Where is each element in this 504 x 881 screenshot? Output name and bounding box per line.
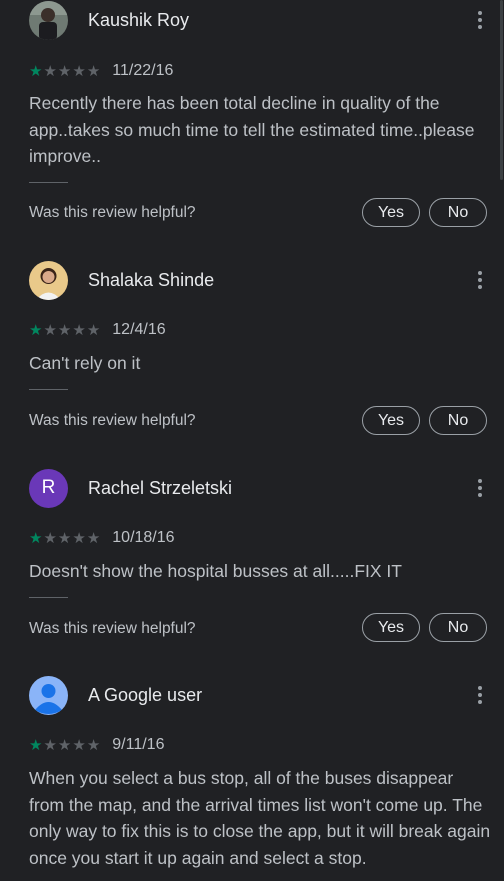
review-text: When you select a bus stop, all of the b…	[29, 768, 491, 868]
no-button[interactable]: No	[429, 613, 487, 642]
helpful-prompt: Was this review helpful?	[29, 412, 196, 429]
helpful-prompt: Was this review helpful?	[29, 620, 196, 637]
star-empty-icon: ★	[72, 529, 86, 547]
star-rating: ★ ★ ★ ★ ★	[29, 64, 100, 79]
review-date: 11/22/16	[112, 62, 174, 79]
star-empty-icon: ★	[57, 736, 72, 754]
star-rating: ★ ★ ★ ★ ★	[29, 738, 100, 753]
star-empty-icon: ★	[86, 62, 101, 80]
default-user-icon	[29, 675, 68, 715]
more-options-icon[interactable]	[468, 681, 492, 709]
review-date: 12/4/16	[112, 321, 166, 338]
star-empty-icon: ★	[43, 529, 57, 547]
review-text: Doesn't show the hospital busses at all.…	[29, 561, 402, 581]
star-filled-icon: ★	[29, 62, 43, 80]
no-button[interactable]: No	[429, 198, 487, 227]
star-filled-icon: ★	[29, 736, 43, 754]
avatar	[29, 260, 68, 300]
avatar	[29, 0, 68, 40]
star-empty-icon: ★	[72, 736, 86, 754]
helpful-prompt: Was this review helpful?	[29, 204, 196, 221]
star-filled-icon: ★	[29, 321, 43, 339]
star-empty-icon: ★	[72, 62, 86, 80]
star-empty-icon: ★	[86, 736, 101, 754]
no-button[interactable]: No	[429, 406, 487, 435]
star-rating: ★ ★ ★ ★ ★	[29, 323, 100, 338]
star-empty-icon: ★	[43, 736, 57, 754]
more-options-icon[interactable]	[468, 266, 492, 294]
star-empty-icon: ★	[86, 529, 101, 547]
star-empty-icon: ★	[43, 62, 57, 80]
review-text: Can't rely on it	[29, 353, 141, 373]
review-date: 9/11/16	[112, 736, 165, 753]
reviews-page: Kaushik Roy ★ ★ ★ ★ ★ 11/22/16 Recently …	[0, 0, 504, 881]
yes-button[interactable]: Yes	[362, 613, 420, 642]
star-empty-icon: ★	[57, 62, 72, 80]
scrollbar[interactable]	[500, 0, 503, 180]
review-text: Recently there has been total decline in…	[29, 93, 475, 166]
more-options-icon[interactable]	[468, 474, 492, 502]
divider	[29, 389, 68, 390]
reviewer-name: Rachel Strzeletski	[88, 477, 233, 498]
yes-button[interactable]: Yes	[362, 198, 420, 227]
avatar-letter: R	[41, 477, 56, 498]
star-rating: ★ ★ ★ ★ ★	[29, 531, 100, 546]
star-empty-icon: ★	[57, 321, 72, 339]
reviewer-name: Shalaka Shinde	[88, 269, 215, 290]
reviewer-name: A Google user	[88, 684, 203, 705]
star-empty-icon: ★	[72, 321, 86, 339]
star-empty-icon: ★	[86, 321, 101, 339]
review-date: 10/18/16	[112, 529, 175, 546]
star-empty-icon: ★	[43, 321, 57, 339]
more-options-icon[interactable]	[468, 6, 492, 34]
divider	[29, 182, 68, 183]
reviewer-name: Kaushik Roy	[88, 9, 190, 30]
avatar: R	[29, 468, 68, 508]
yes-button[interactable]: Yes	[362, 406, 420, 435]
star-filled-icon: ★	[29, 529, 43, 547]
star-empty-icon: ★	[57, 529, 72, 547]
divider	[29, 597, 68, 598]
